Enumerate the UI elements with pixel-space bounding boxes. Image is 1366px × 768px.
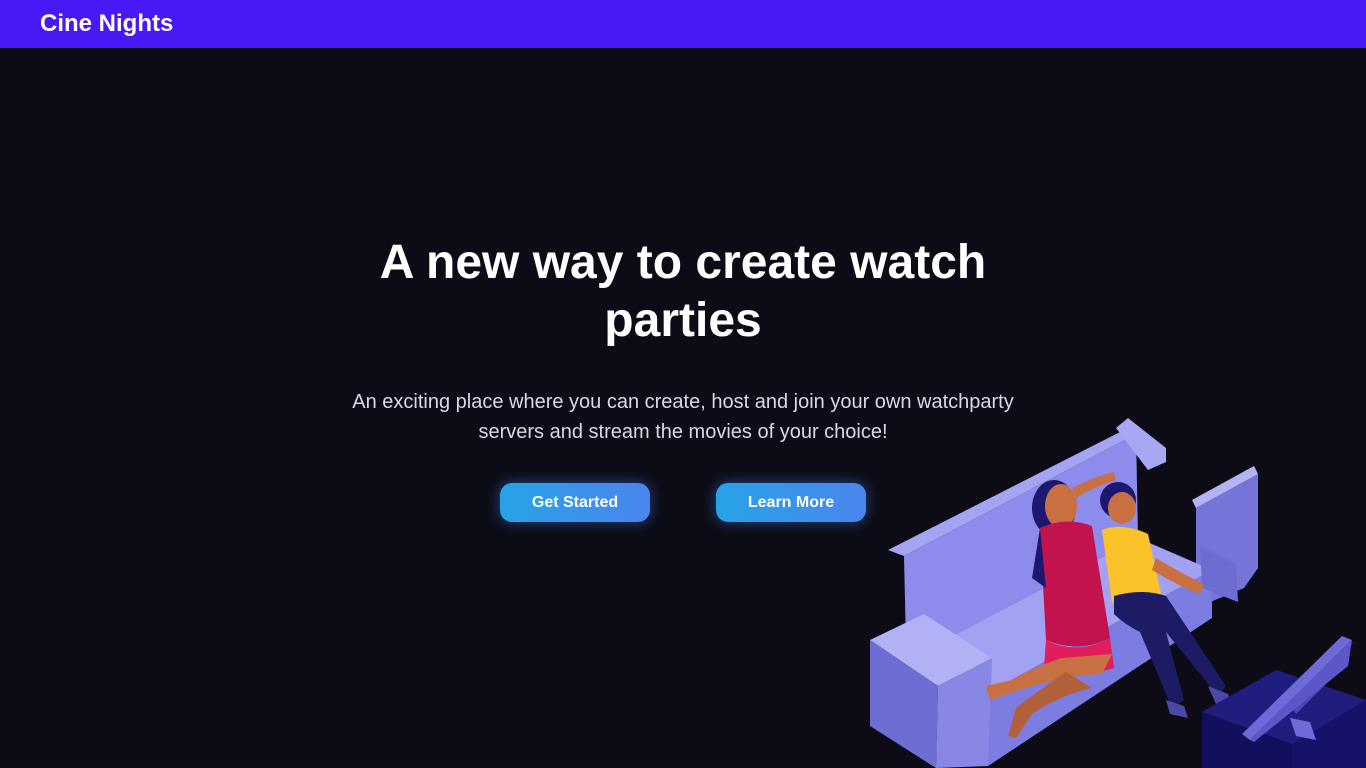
tv-stand — [1202, 670, 1366, 768]
brand-logo[interactable]: Cine Nights — [40, 10, 173, 38]
learn-more-button[interactable]: Learn More — [716, 483, 866, 522]
hero-section: A new way to create watch parties An exc… — [0, 48, 1366, 768]
hero-title: A new way to create watch parties — [379, 236, 987, 347]
get-started-button[interactable]: Get Started — [500, 483, 650, 522]
couple-on-sofa-illustration — [870, 418, 1366, 768]
navbar: Cine Nights — [0, 0, 1366, 48]
